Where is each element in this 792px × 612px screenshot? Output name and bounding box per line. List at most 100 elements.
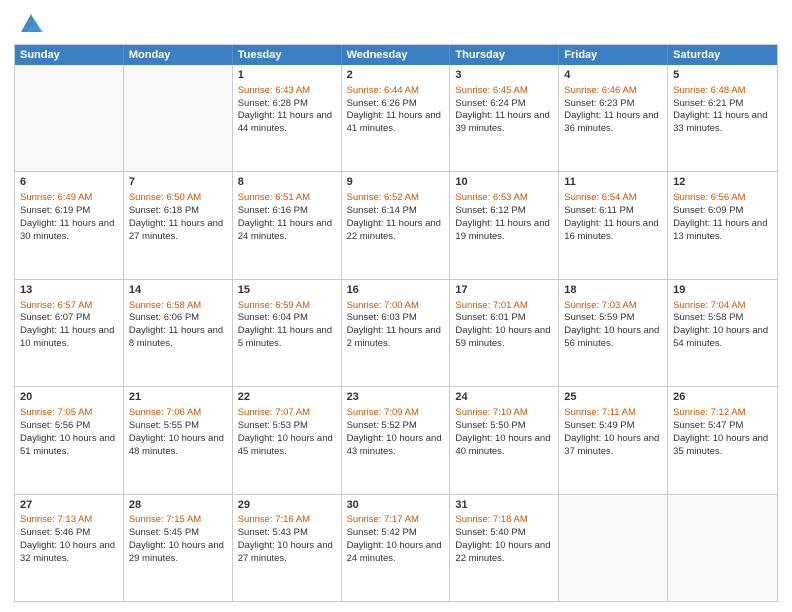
sunset-text: Sunset: 5:45 PM	[129, 527, 227, 540]
calendar-cell-29: 29Sunrise: 7:16 AMSunset: 5:43 PMDayligh…	[233, 495, 342, 601]
sunset-text: Sunset: 5:49 PM	[564, 420, 662, 433]
sunset-text: Sunset: 6:12 PM	[455, 205, 553, 218]
calendar-cell-30: 30Sunrise: 7:17 AMSunset: 5:42 PMDayligh…	[342, 495, 451, 601]
daylight-text: Daylight: 11 hours and 13 minutes.	[673, 218, 772, 244]
daylight-text: Daylight: 11 hours and 24 minutes.	[238, 218, 336, 244]
daylight-text: Daylight: 10 hours and 40 minutes.	[455, 433, 553, 459]
sunset-text: Sunset: 6:26 PM	[347, 98, 445, 111]
sunrise-text: Sunrise: 6:52 AM	[347, 192, 445, 205]
sunset-text: Sunset: 5:43 PM	[238, 527, 336, 540]
calendar-cell-4: 4Sunrise: 6:46 AMSunset: 6:23 PMDaylight…	[559, 65, 668, 171]
sunrise-text: Sunrise: 7:17 AM	[347, 514, 445, 527]
day-number: 21	[129, 390, 227, 405]
calendar-row-3: 13Sunrise: 6:57 AMSunset: 6:07 PMDayligh…	[15, 279, 777, 386]
day-number: 2	[347, 68, 445, 83]
day-number: 17	[455, 283, 553, 298]
sunrise-text: Sunrise: 6:58 AM	[129, 300, 227, 313]
sunset-text: Sunset: 5:58 PM	[673, 312, 772, 325]
weekday-header-thursday: Thursday	[450, 45, 559, 65]
sunrise-text: Sunrise: 7:07 AM	[238, 407, 336, 420]
daylight-text: Daylight: 11 hours and 30 minutes.	[20, 218, 118, 244]
calendar-cell-15: 15Sunrise: 6:59 AMSunset: 6:04 PMDayligh…	[233, 280, 342, 386]
calendar-cell-12: 12Sunrise: 6:56 AMSunset: 6:09 PMDayligh…	[668, 172, 777, 278]
sunrise-text: Sunrise: 6:57 AM	[20, 300, 118, 313]
sunrise-text: Sunrise: 7:13 AM	[20, 514, 118, 527]
weekday-header-friday: Friday	[559, 45, 668, 65]
day-number: 31	[455, 498, 553, 513]
daylight-text: Daylight: 10 hours and 24 minutes.	[347, 540, 445, 566]
sunset-text: Sunset: 6:11 PM	[564, 205, 662, 218]
sunrise-text: Sunrise: 7:03 AM	[564, 300, 662, 313]
day-number: 22	[238, 390, 336, 405]
sunset-text: Sunset: 6:21 PM	[673, 98, 772, 111]
daylight-text: Daylight: 10 hours and 59 minutes.	[455, 325, 553, 351]
day-number: 11	[564, 175, 662, 190]
sunrise-text: Sunrise: 6:44 AM	[347, 85, 445, 98]
day-number: 3	[455, 68, 553, 83]
calendar-cell-7: 7Sunrise: 6:50 AMSunset: 6:18 PMDaylight…	[124, 172, 233, 278]
day-number: 25	[564, 390, 662, 405]
daylight-text: Daylight: 11 hours and 10 minutes.	[20, 325, 118, 351]
day-number: 6	[20, 175, 118, 190]
day-number: 8	[238, 175, 336, 190]
sunrise-text: Sunrise: 7:01 AM	[455, 300, 553, 313]
daylight-text: Daylight: 11 hours and 27 minutes.	[129, 218, 227, 244]
day-number: 26	[673, 390, 772, 405]
weekday-header-monday: Monday	[124, 45, 233, 65]
day-number: 24	[455, 390, 553, 405]
daylight-text: Daylight: 11 hours and 33 minutes.	[673, 110, 772, 136]
sunrise-text: Sunrise: 7:18 AM	[455, 514, 553, 527]
day-number: 12	[673, 175, 772, 190]
sunrise-text: Sunrise: 6:51 AM	[238, 192, 336, 205]
calendar-cell-23: 23Sunrise: 7:09 AMSunset: 5:52 PMDayligh…	[342, 387, 451, 493]
sunrise-text: Sunrise: 6:49 AM	[20, 192, 118, 205]
day-number: 30	[347, 498, 445, 513]
weekday-header-sunday: Sunday	[15, 45, 124, 65]
calendar-cell-22: 22Sunrise: 7:07 AMSunset: 5:53 PMDayligh…	[233, 387, 342, 493]
sunrise-text: Sunrise: 6:56 AM	[673, 192, 772, 205]
day-number: 1	[238, 68, 336, 83]
day-number: 13	[20, 283, 118, 298]
sunset-text: Sunset: 6:28 PM	[238, 98, 336, 111]
sunset-text: Sunset: 6:24 PM	[455, 98, 553, 111]
daylight-text: Daylight: 10 hours and 51 minutes.	[20, 433, 118, 459]
sunset-text: Sunset: 6:18 PM	[129, 205, 227, 218]
sunrise-text: Sunrise: 7:15 AM	[129, 514, 227, 527]
sunrise-text: Sunrise: 7:09 AM	[347, 407, 445, 420]
calendar-cell-14: 14Sunrise: 6:58 AMSunset: 6:06 PMDayligh…	[124, 280, 233, 386]
calendar-cell-empty	[124, 65, 233, 171]
sunset-text: Sunset: 6:03 PM	[347, 312, 445, 325]
daylight-text: Daylight: 11 hours and 5 minutes.	[238, 325, 336, 351]
sunrise-text: Sunrise: 7:06 AM	[129, 407, 227, 420]
sunset-text: Sunset: 6:23 PM	[564, 98, 662, 111]
sunset-text: Sunset: 6:06 PM	[129, 312, 227, 325]
calendar-cell-28: 28Sunrise: 7:15 AMSunset: 5:45 PMDayligh…	[124, 495, 233, 601]
calendar-cell-9: 9Sunrise: 6:52 AMSunset: 6:14 PMDaylight…	[342, 172, 451, 278]
daylight-text: Daylight: 11 hours and 22 minutes.	[347, 218, 445, 244]
sunrise-text: Sunrise: 6:54 AM	[564, 192, 662, 205]
calendar-cell-16: 16Sunrise: 7:00 AMSunset: 6:03 PMDayligh…	[342, 280, 451, 386]
daylight-text: Daylight: 10 hours and 22 minutes.	[455, 540, 553, 566]
sunrise-text: Sunrise: 6:46 AM	[564, 85, 662, 98]
calendar-cell-11: 11Sunrise: 6:54 AMSunset: 6:11 PMDayligh…	[559, 172, 668, 278]
day-number: 7	[129, 175, 227, 190]
calendar: SundayMondayTuesdayWednesdayThursdayFrid…	[14, 44, 778, 602]
daylight-text: Daylight: 10 hours and 37 minutes.	[564, 433, 662, 459]
logo-icon	[17, 10, 45, 38]
calendar-row-5: 27Sunrise: 7:13 AMSunset: 5:46 PMDayligh…	[15, 494, 777, 601]
calendar-cell-18: 18Sunrise: 7:03 AMSunset: 5:59 PMDayligh…	[559, 280, 668, 386]
sunset-text: Sunset: 6:01 PM	[455, 312, 553, 325]
calendar-cell-3: 3Sunrise: 6:45 AMSunset: 6:24 PMDaylight…	[450, 65, 559, 171]
daylight-text: Daylight: 11 hours and 19 minutes.	[455, 218, 553, 244]
daylight-text: Daylight: 11 hours and 8 minutes.	[129, 325, 227, 351]
calendar-row-2: 6Sunrise: 6:49 AMSunset: 6:19 PMDaylight…	[15, 171, 777, 278]
sunrise-text: Sunrise: 7:04 AM	[673, 300, 772, 313]
calendar-cell-27: 27Sunrise: 7:13 AMSunset: 5:46 PMDayligh…	[15, 495, 124, 601]
calendar-cell-empty	[559, 495, 668, 601]
sunset-text: Sunset: 5:42 PM	[347, 527, 445, 540]
sunrise-text: Sunrise: 7:11 AM	[564, 407, 662, 420]
sunrise-text: Sunrise: 6:43 AM	[238, 85, 336, 98]
sunset-text: Sunset: 5:59 PM	[564, 312, 662, 325]
header	[14, 10, 778, 38]
sunrise-text: Sunrise: 6:45 AM	[455, 85, 553, 98]
